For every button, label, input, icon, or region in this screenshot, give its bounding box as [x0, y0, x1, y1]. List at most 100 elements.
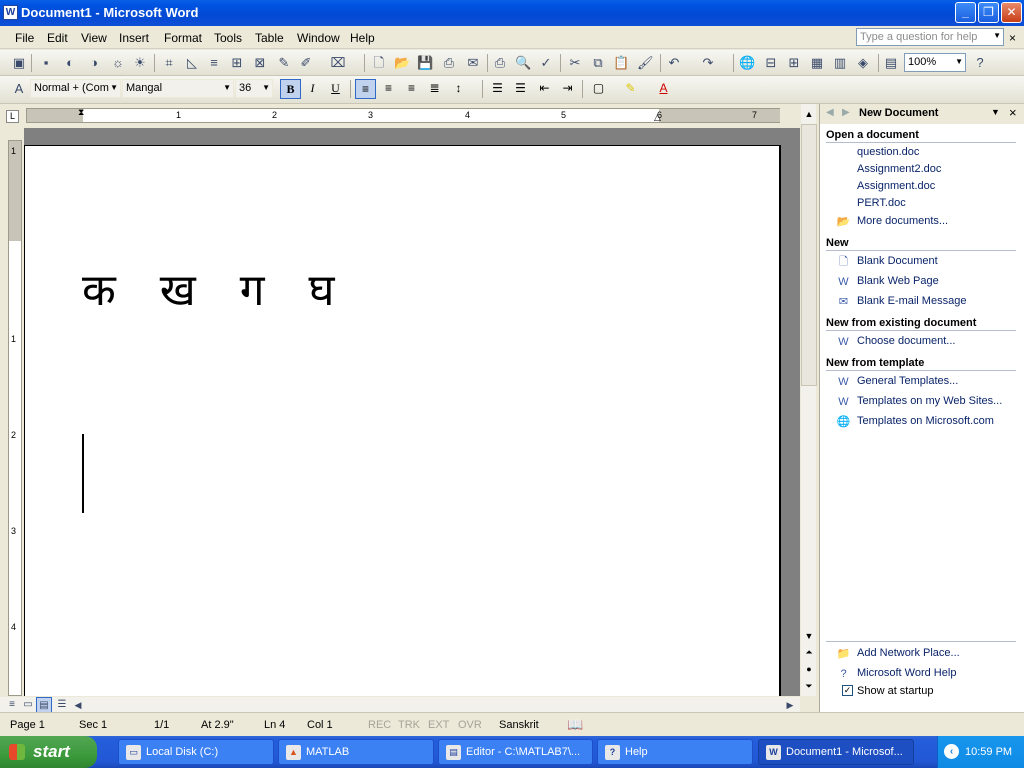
paste-icon[interactable]: 📋 [613, 55, 629, 71]
undo-icon[interactable]: ↶ [666, 55, 682, 71]
status-ovr[interactable]: OVR [458, 719, 482, 731]
menu-file[interactable]: File [15, 31, 34, 45]
spelling-icon[interactable]: ✓ [538, 55, 554, 71]
justify-button[interactable]: ≣ [424, 79, 445, 99]
menu-format[interactable]: Format [164, 31, 202, 45]
chevron-down-icon[interactable]: ▼ [955, 57, 963, 66]
format-picture-icon[interactable]: ✎ [276, 55, 292, 71]
chevron-down-icon[interactable]: ▼ [262, 83, 270, 92]
chevron-down-icon[interactable]: ▼ [110, 83, 118, 92]
show-at-startup-checkbox[interactable]: ✓ [842, 685, 853, 696]
start-button[interactable]: start [0, 736, 97, 768]
recent-document-link[interactable]: PERT.doc [857, 197, 906, 209]
tab-selector[interactable]: L [6, 110, 19, 123]
crop-icon[interactable]: ⌗ [161, 55, 177, 71]
browse-object-button[interactable]: ● [801, 661, 817, 677]
blank-web-page-link[interactable]: Blank Web Page [857, 275, 939, 287]
insert-table-icon[interactable]: ⊞ [786, 55, 802, 71]
back-arrow-icon[interactable]: ◀ [826, 107, 834, 118]
menu-view[interactable]: View [81, 31, 107, 45]
recent-document-link[interactable]: question.doc [857, 146, 919, 158]
recent-document-link[interactable]: Assignment.doc [857, 180, 935, 192]
align-center-button[interactable]: ≡ [378, 79, 399, 99]
title-bar[interactable]: W Document1 - Microsoft Word _ ❐ ✕ [0, 0, 1024, 26]
redo-icon[interactable]: ↷ [700, 55, 716, 71]
general-templates-link[interactable]: General Templates... [857, 375, 958, 387]
word-app-icon[interactable]: W [3, 5, 18, 20]
menu-insert[interactable]: Insert [119, 31, 149, 45]
taskbar-matlab[interactable]: ▲ MATLAB [278, 739, 434, 765]
new-document-icon[interactable]: 🗋 [371, 55, 387, 71]
italic-button[interactable]: I [302, 79, 323, 99]
styles-formatting-icon[interactable]: A [11, 81, 27, 97]
bullets-button[interactable]: ☰ [510, 79, 531, 99]
underline-button[interactable]: U [325, 79, 346, 99]
status-ext[interactable]: EXT [428, 719, 449, 731]
next-page-button[interactable]: ⏷ [801, 678, 817, 694]
outline-view-icon[interactable]: ☰ [54, 697, 70, 713]
add-network-place-link[interactable]: Add Network Place... [857, 647, 960, 659]
scroll-down-button[interactable]: ▼ [801, 628, 817, 644]
highlight-button[interactable]: ✎ [620, 79, 641, 99]
scroll-up-button[interactable]: ▲ [801, 106, 817, 122]
tables-borders-icon[interactable]: ⊟ [763, 55, 779, 71]
chevron-down-icon[interactable]: ▼ [993, 31, 1001, 40]
align-right-button[interactable]: ≡ [401, 79, 422, 99]
taskbar-local-disk[interactable]: ▭ Local Disk (C:) [118, 739, 274, 765]
contrast-down-icon[interactable]: ☀ [132, 55, 148, 71]
format-painter-icon[interactable]: 🖌 [637, 55, 654, 71]
normal-view-icon[interactable]: ≡ [4, 697, 20, 713]
style-combo[interactable]: Normal + (Com ▼ [30, 79, 121, 98]
draw-tool-icon[interactable]: ▪ [38, 55, 54, 71]
clock[interactable]: 10:59 PM [965, 746, 1012, 758]
scroll-right-button[interactable]: ▶ [782, 697, 798, 713]
web-sites-templates-link[interactable]: Templates on my Web Sites... [857, 395, 1002, 407]
maximize-button[interactable]: ❐ [978, 2, 999, 23]
print-preview-icon[interactable]: 🔍 [515, 55, 531, 71]
bold-button[interactable]: B [280, 79, 301, 99]
menu-help[interactable]: Help [350, 31, 375, 45]
print-icon[interactable]: ⎙ [492, 55, 508, 71]
open-folder-icon[interactable]: 📂 [394, 55, 410, 71]
hyperlink-icon[interactable]: 🌐 [739, 55, 755, 71]
status-rec[interactable]: REC [368, 719, 391, 731]
blank-document-link[interactable]: Blank Document [857, 255, 938, 267]
picture-icon[interactable]: ▣ [11, 55, 27, 71]
set-transparent-icon[interactable]: ✐ [298, 55, 314, 71]
copy-icon[interactable]: ⧉ [590, 55, 606, 71]
help-question-input[interactable]: Type a question for help ▼ [856, 28, 1004, 46]
close-document-button[interactable]: × [1009, 31, 1016, 45]
right-indent-marker[interactable]: △ [654, 112, 661, 123]
scroll-thumb[interactable] [801, 124, 817, 386]
status-trk[interactable]: TRK [398, 719, 420, 731]
line-style-icon[interactable]: ≡ [206, 55, 222, 71]
close-button[interactable]: ✕ [1001, 2, 1022, 23]
brightness-icon[interactable]: ◑ [86, 55, 102, 71]
spelling-status-icon[interactable]: 📖 [567, 717, 583, 733]
menu-window[interactable]: Window [297, 31, 340, 45]
chevron-down-icon[interactable]: ▼ [991, 107, 1000, 117]
indent-marker[interactable]: ⧗ [78, 107, 84, 118]
cut-icon[interactable]: ✂ [567, 55, 583, 71]
show-hidden-icons-button[interactable]: ‹ [944, 744, 959, 759]
permission-icon[interactable]: ⎙ [441, 55, 457, 71]
menu-table[interactable]: Table [255, 31, 284, 45]
scroll-left-button[interactable]: ◀ [70, 697, 86, 713]
reset-picture-icon[interactable]: ⌧ [330, 55, 346, 71]
more-documents-link[interactable]: More documents... [857, 215, 948, 227]
font-size-combo[interactable]: 36 ▼ [235, 79, 273, 98]
numbering-button[interactable]: ☰ [487, 79, 508, 99]
close-icon[interactable]: × [1009, 105, 1017, 120]
minimize-button[interactable]: _ [955, 2, 976, 23]
columns-icon[interactable]: ▥ [832, 55, 848, 71]
recent-document-link[interactable]: Assignment2.doc [857, 163, 941, 175]
document-map-icon[interactable]: ▤ [883, 55, 899, 71]
print-view-icon[interactable]: ▤ [36, 697, 52, 713]
decrease-indent-button[interactable]: ⇤ [534, 79, 555, 99]
drawing-icon[interactable]: ◈ [855, 55, 871, 71]
microsoft-templates-link[interactable]: Templates on Microsoft.com [857, 415, 994, 427]
document-page[interactable]: क ख ग घ [24, 145, 779, 696]
shadow-icon[interactable]: ◐ [62, 55, 78, 71]
borders-button[interactable]: ▢ [588, 79, 609, 99]
vertical-scrollbar[interactable]: ▲ ▼ ⏶ ● ⏷ [800, 104, 817, 696]
